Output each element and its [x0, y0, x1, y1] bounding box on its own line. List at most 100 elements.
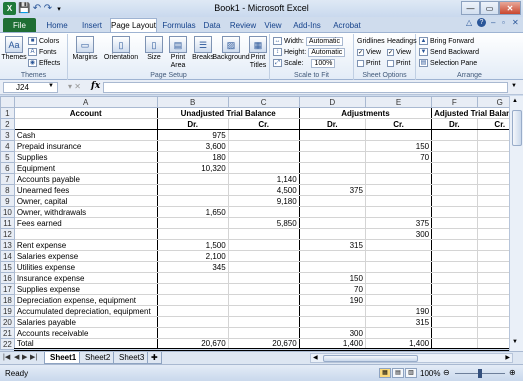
cell[interactable]: [227, 283, 300, 295]
cell[interactable]: Unadjusted Trial Balance: [156, 107, 300, 119]
cell[interactable]: [431, 228, 478, 240]
cell[interactable]: [431, 173, 478, 185]
tab-add-ins[interactable]: Add-Ins: [290, 18, 324, 32]
cell[interactable]: Accounts receivable: [13, 327, 158, 339]
cell[interactable]: 150: [364, 140, 433, 152]
cell[interactable]: [298, 140, 366, 152]
column-header[interactable]: C: [227, 96, 300, 108]
cell[interactable]: [156, 217, 229, 229]
column-header[interactable]: E: [364, 96, 433, 108]
cell[interactable]: [227, 316, 300, 328]
cell[interactable]: 180: [156, 151, 229, 163]
expand-formula-bar-icon[interactable]: ▼: [511, 83, 517, 89]
cancel-icon[interactable]: ▾ ✕: [68, 82, 81, 91]
window-minimize-icon[interactable]: –: [491, 18, 495, 27]
cell[interactable]: 20,670: [156, 338, 229, 351]
zoom-in-icon[interactable]: ⊕: [509, 368, 516, 377]
row-header[interactable]: 19: [0, 305, 15, 317]
select-all-corner[interactable]: [0, 96, 15, 108]
effects-button[interactable]: ◉ Effects: [28, 58, 60, 68]
cell[interactable]: [431, 151, 478, 163]
headings-view-checkbox[interactable]: ✓ View: [387, 47, 411, 57]
row-header[interactable]: 12: [0, 228, 15, 240]
cell[interactable]: [364, 272, 433, 284]
cell[interactable]: Owner, withdrawals: [13, 206, 158, 218]
cell[interactable]: 70: [364, 151, 433, 163]
cell[interactable]: [298, 129, 366, 141]
window-close-icon[interactable]: ✕: [512, 18, 519, 27]
cell[interactable]: [156, 294, 229, 306]
cell[interactable]: [156, 195, 229, 207]
cell[interactable]: [298, 206, 366, 218]
page-layout-view-icon[interactable]: ▤: [392, 368, 404, 378]
insert-sheet-icon[interactable]: ✚: [147, 352, 162, 364]
cell[interactable]: [227, 206, 300, 218]
scroll-thumb[interactable]: [512, 110, 522, 146]
column-header[interactable]: F: [431, 96, 478, 108]
row-header[interactable]: 2: [0, 118, 15, 130]
minimize-ribbon-icon[interactable]: △: [466, 18, 472, 27]
help-icon[interactable]: ?: [477, 18, 486, 27]
row-header[interactable]: 5: [0, 151, 15, 163]
cell[interactable]: [156, 184, 229, 196]
cell[interactable]: 1,140: [227, 173, 300, 185]
themes-button[interactable]: Aa Themes: [1, 36, 27, 62]
size-button[interactable]: ▯ Size: [144, 36, 164, 62]
cell[interactable]: Supplies: [13, 151, 158, 163]
horizontal-scrollbar[interactable]: ◀ ▶: [310, 353, 513, 363]
cell[interactable]: [431, 162, 478, 174]
cell[interactable]: Total: [13, 338, 158, 351]
cell[interactable]: [298, 305, 366, 317]
scale-control[interactable]: ⤢ Scale: 100%: [273, 58, 336, 68]
row-header[interactable]: 16: [0, 272, 15, 284]
cell[interactable]: Supplies expense: [13, 283, 158, 295]
cell[interactable]: [364, 184, 433, 196]
cell[interactable]: 300: [298, 327, 366, 339]
cell[interactable]: [431, 283, 478, 295]
cell[interactable]: Depreciation expense, equipment: [13, 294, 158, 306]
cell[interactable]: [227, 228, 300, 240]
cell[interactable]: 1,500: [156, 239, 229, 251]
cell[interactable]: 1,650: [156, 206, 229, 218]
cell[interactable]: [227, 294, 300, 306]
scroll-thumb[interactable]: [323, 355, 418, 362]
cell[interactable]: Accumulated depreciation, equipment: [13, 305, 158, 317]
tab-review[interactable]: Review: [228, 18, 258, 32]
cell[interactable]: [227, 151, 300, 163]
cell[interactable]: Dr.: [431, 118, 478, 130]
cell[interactable]: [364, 162, 433, 174]
row-header[interactable]: 21: [0, 327, 15, 339]
cell[interactable]: [227, 140, 300, 152]
insert-function-icon[interactable]: fx: [91, 81, 100, 91]
cell[interactable]: [227, 129, 300, 141]
cell[interactable]: Equipment: [13, 162, 158, 174]
cell[interactable]: [364, 129, 433, 141]
cell[interactable]: [298, 151, 366, 163]
cell[interactable]: 150: [298, 272, 366, 284]
cell[interactable]: [298, 316, 366, 328]
cell[interactable]: [431, 316, 478, 328]
row-header[interactable]: 6: [0, 162, 15, 174]
row-header[interactable]: 10: [0, 206, 15, 218]
cell[interactable]: [227, 305, 300, 317]
vertical-scrollbar[interactable]: ▲ ▼: [509, 96, 523, 351]
row-header[interactable]: 11: [0, 217, 15, 229]
cell[interactable]: 190: [298, 294, 366, 306]
width-control[interactable]: ↔ Width: Automatic: [273, 36, 343, 46]
cell[interactable]: Dr.: [156, 118, 229, 130]
cell[interactable]: [156, 228, 229, 240]
cell[interactable]: [431, 239, 478, 251]
tab-insert[interactable]: Insert: [77, 18, 107, 32]
cell[interactable]: 9,180: [227, 195, 300, 207]
cell[interactable]: [13, 118, 158, 130]
cell[interactable]: [227, 327, 300, 339]
cell[interactable]: 3,600: [156, 140, 229, 152]
tab-page-layout[interactable]: Page Layout: [110, 18, 157, 32]
cell[interactable]: 4,500: [227, 184, 300, 196]
row-header[interactable]: 22: [0, 338, 15, 350]
worksheet-grid[interactable]: A B C D E F G 1 Account Unadjusted Trial…: [0, 96, 523, 351]
cell[interactable]: [431, 261, 478, 273]
cell[interactable]: [13, 228, 158, 240]
cell[interactable]: [431, 327, 478, 339]
cell[interactable]: 315: [364, 316, 433, 328]
